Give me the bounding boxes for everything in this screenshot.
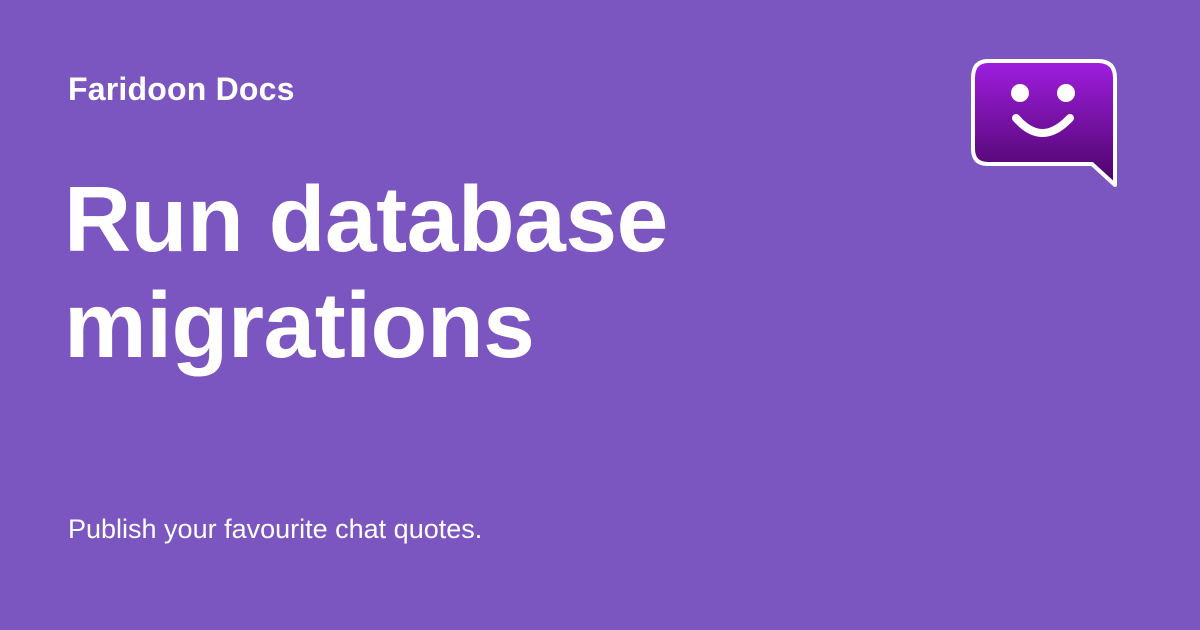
smiley-right-eye [1057,84,1075,102]
page-title: Run database migrations [64,167,668,377]
smiley-chat-bubble-icon [971,59,1117,187]
site-name: Faridoon Docs [68,71,295,107]
site-tagline: Publish your favourite chat quotes. [68,514,483,544]
chat-bubble-shape [971,59,1117,187]
social-preview-card: Faridoon Docs Run database migrations Pu… [0,0,1200,630]
smiley-left-eye [1011,84,1029,102]
